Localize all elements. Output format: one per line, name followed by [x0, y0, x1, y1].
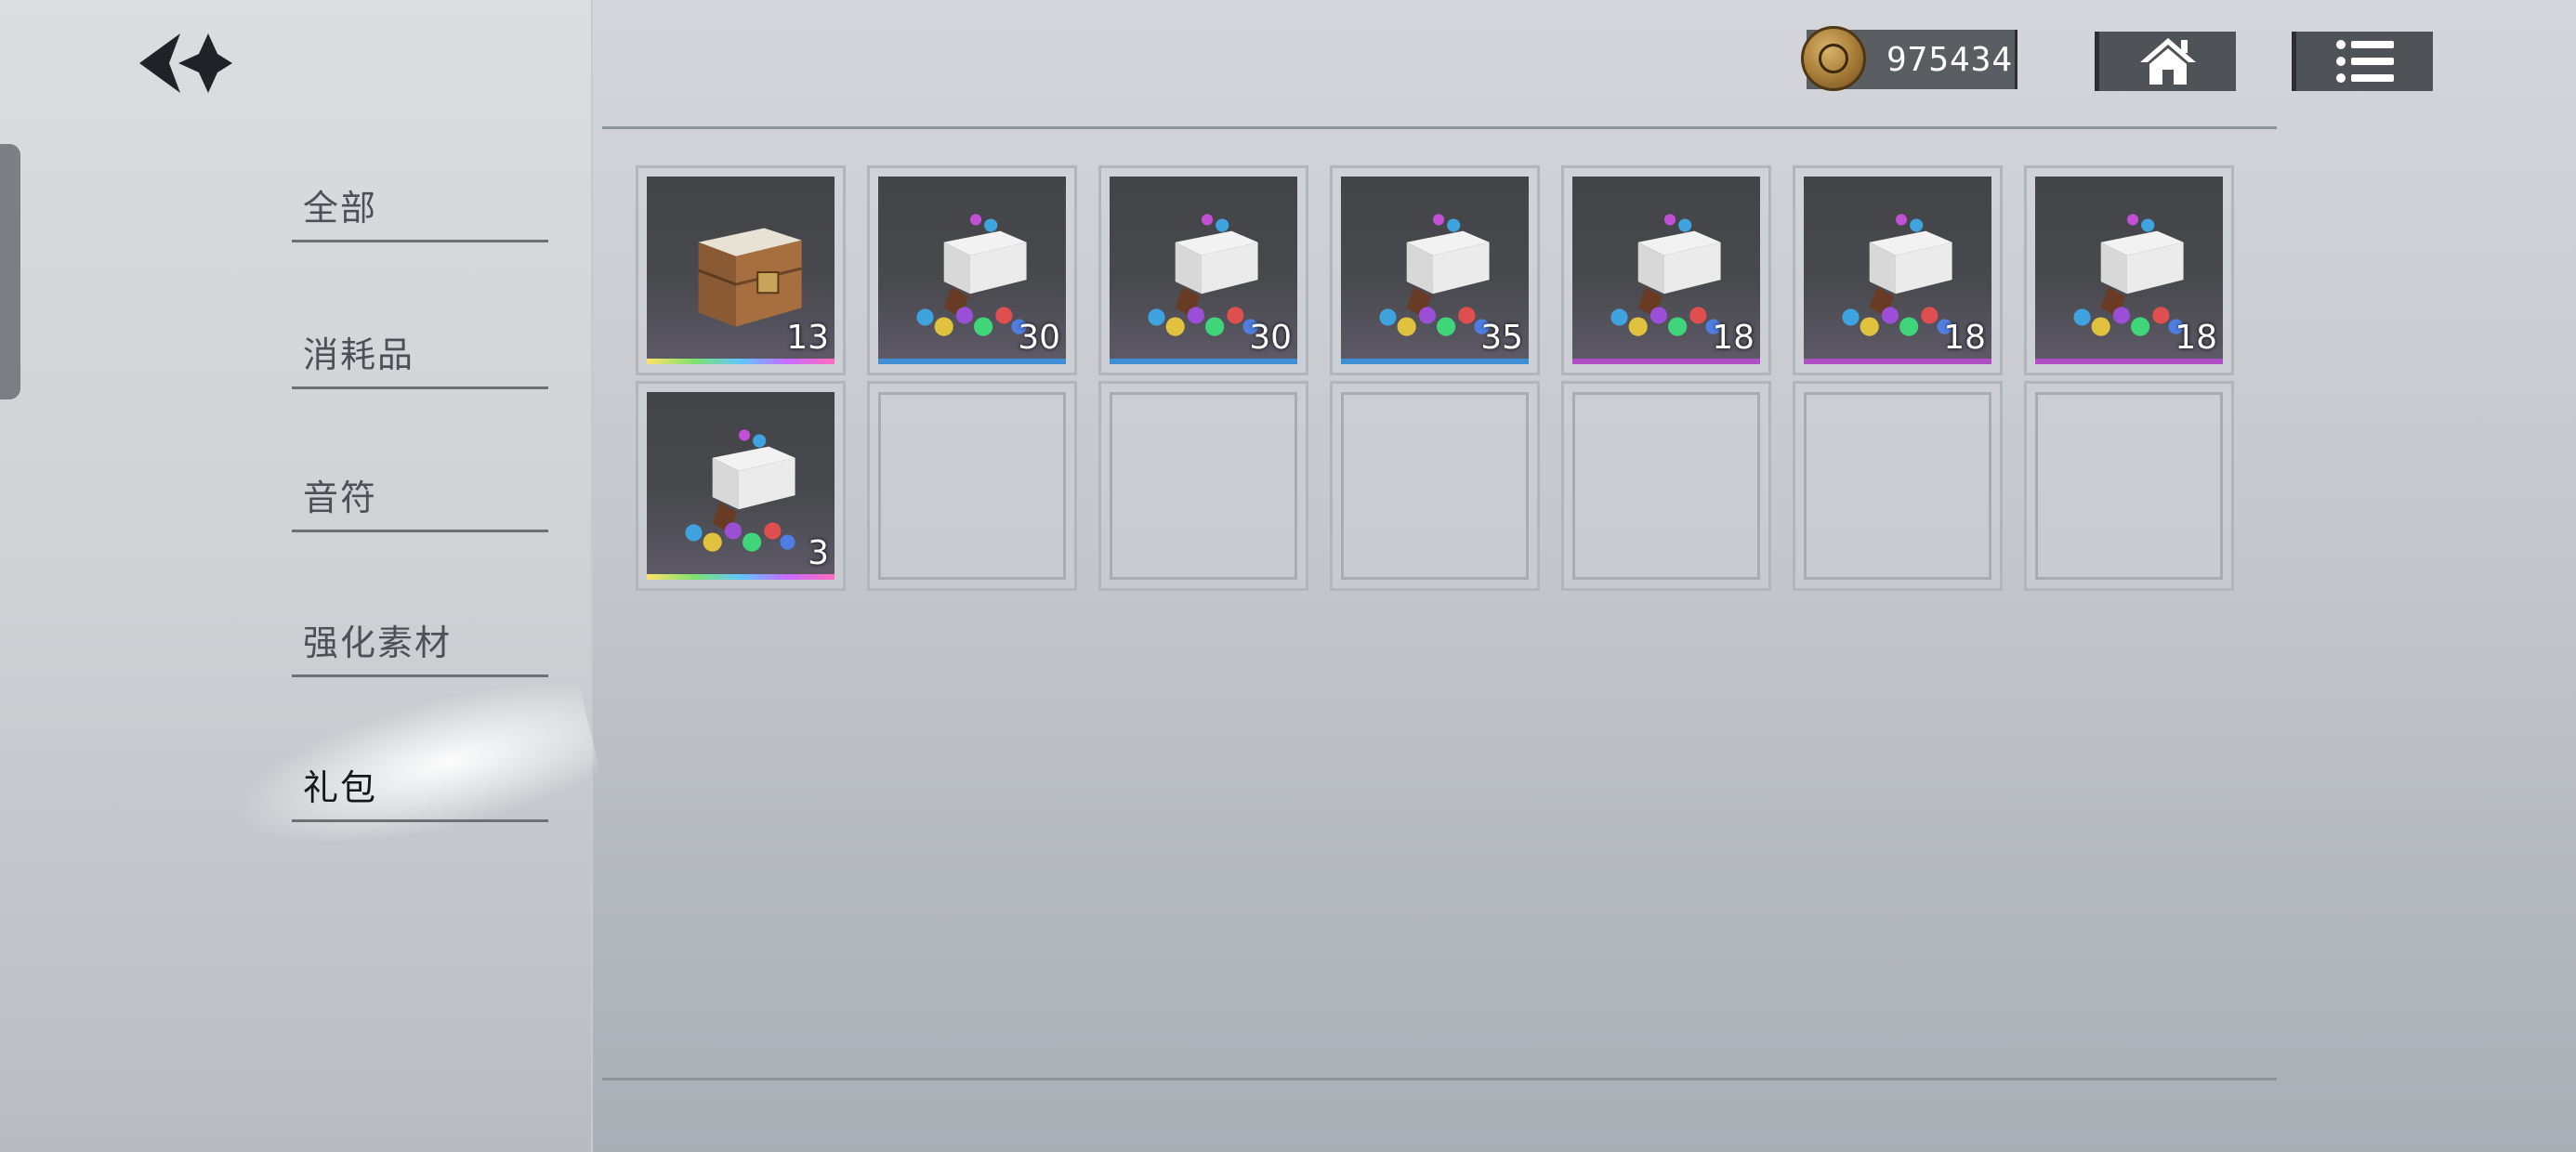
menu-button[interactable] [2292, 32, 2433, 91]
back-button[interactable] [132, 26, 236, 100]
sidebar: 全部 消耗品 音符 强化素材 礼包 [0, 0, 606, 1152]
rarity-bar [647, 574, 835, 580]
item-icon-frame: 13 [647, 177, 835, 364]
item-count: 13 [786, 319, 829, 357]
category-label: 消耗品 [303, 334, 415, 375]
item-count: 18 [1712, 319, 1755, 357]
empty-slot[interactable] [1098, 381, 1308, 591]
rarity-bar [1804, 359, 1991, 364]
home-icon [2139, 38, 2196, 85]
back-arrow-icon [139, 33, 232, 93]
empty-slot-frame [1804, 392, 1991, 580]
item-count: 30 [1018, 319, 1060, 357]
category-gift-packs[interactable]: 礼包 [292, 764, 548, 822]
item-icon-frame: 30 [878, 177, 1066, 364]
list-menu-icon [2335, 40, 2394, 83]
footer-divider [602, 1078, 2277, 1080]
empty-slot[interactable] [1330, 381, 1540, 591]
category-upgrade-materials[interactable]: 强化素材 [292, 619, 548, 677]
empty-slot-frame [1341, 392, 1529, 580]
item-count: 3 [808, 534, 829, 572]
item-count: 35 [1480, 319, 1523, 357]
item-icon-frame: 18 [2035, 177, 2223, 364]
rarity-bar [1110, 359, 1297, 364]
rarity-bar [1341, 359, 1529, 364]
item-slot[interactable]: 18 [1793, 165, 2003, 375]
empty-slot-frame [1110, 392, 1297, 580]
category-label: 礼包 [303, 767, 378, 808]
category-label: 音符 [303, 478, 378, 518]
rarity-bar [1572, 359, 1760, 364]
empty-slot-frame [2035, 392, 2223, 580]
rarity-bar [647, 359, 835, 364]
category-consumables[interactable]: 消耗品 [292, 331, 548, 389]
empty-slot-frame [878, 392, 1066, 580]
header-divider [602, 126, 2277, 129]
crystal-chest-icon [685, 429, 795, 552]
item-count: 18 [1943, 319, 1986, 357]
category-notes[interactable]: 音符 [292, 474, 548, 532]
category-label: 全部 [303, 188, 378, 229]
category-all[interactable]: 全部 [292, 184, 548, 242]
home-button[interactable] [2095, 32, 2236, 91]
rarity-bar [878, 359, 1066, 364]
currency-display: 975434 [1801, 26, 2017, 91]
empty-slot[interactable] [867, 381, 1077, 591]
item-slot[interactable]: 30 [1098, 165, 1308, 375]
coin-icon [1801, 26, 1866, 91]
item-slot[interactable]: 3 [636, 381, 846, 591]
item-icon-frame: 30 [1110, 177, 1297, 364]
category-label: 强化素材 [303, 622, 453, 663]
item-count: 30 [1249, 319, 1292, 357]
item-slot[interactable]: 18 [1561, 165, 1771, 375]
item-slot[interactable]: 35 [1330, 165, 1540, 375]
empty-slot[interactable] [1561, 381, 1771, 591]
empty-slot[interactable] [1793, 381, 2003, 591]
rarity-bar [2035, 359, 2223, 364]
currency-amount: 975434 [1886, 41, 2014, 79]
item-icon-frame: 18 [1572, 177, 1760, 364]
item-slot[interactable]: 13 [636, 165, 846, 375]
item-count: 18 [2175, 319, 2217, 357]
item-slot[interactable]: 18 [2024, 165, 2234, 375]
empty-slot[interactable] [2024, 381, 2234, 591]
item-slot[interactable]: 30 [867, 165, 1077, 375]
empty-slot-frame [1572, 392, 1760, 580]
item-icon-frame: 3 [647, 392, 835, 580]
item-icon-frame: 18 [1804, 177, 1991, 364]
side-pull-tab[interactable] [0, 144, 20, 399]
item-icon-frame: 35 [1341, 177, 1529, 364]
